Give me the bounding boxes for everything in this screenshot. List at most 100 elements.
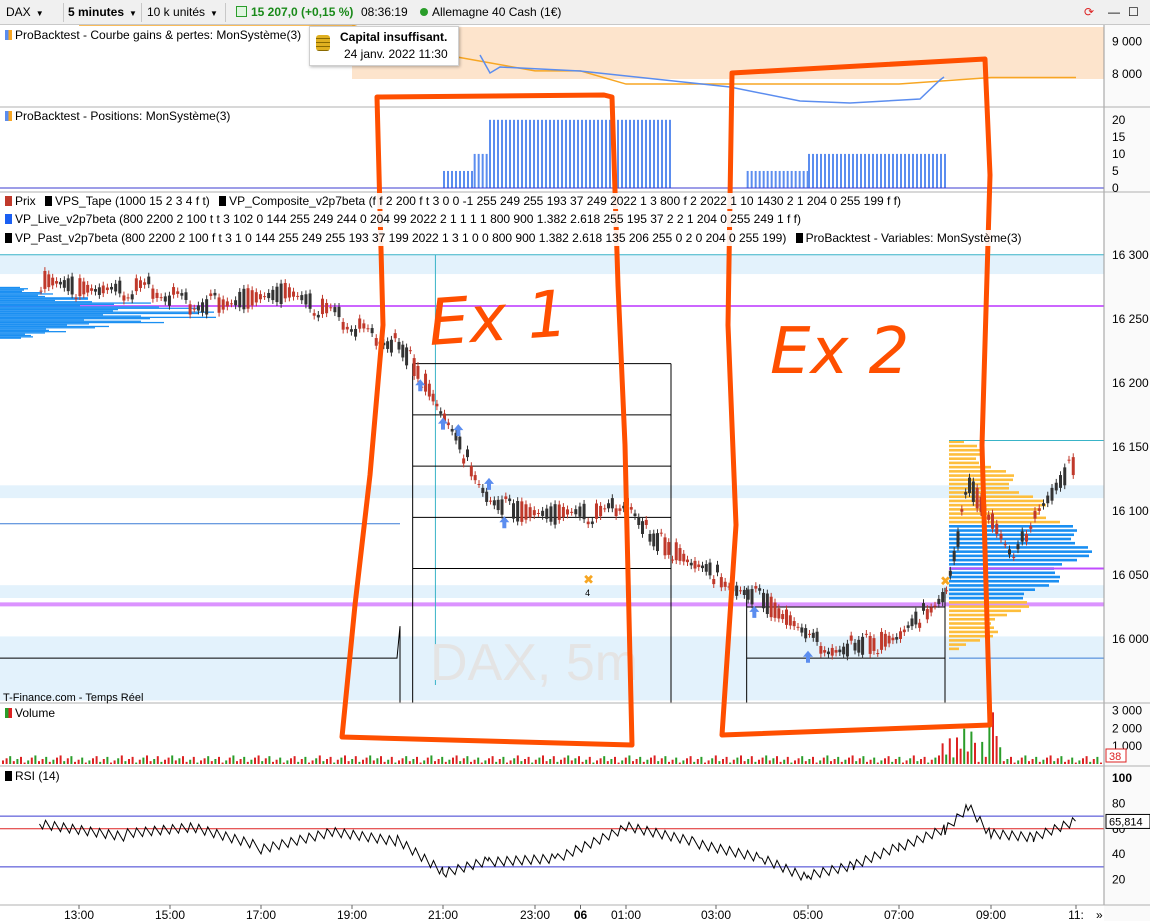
price-candle bbox=[374, 338, 378, 346]
volume-bar bbox=[639, 756, 642, 764]
volume-bar bbox=[707, 760, 710, 764]
buy-arrow-icon bbox=[749, 605, 760, 618]
volume-bar bbox=[38, 761, 40, 764]
price-candle bbox=[750, 589, 754, 605]
price-candle bbox=[590, 521, 594, 525]
volume-profile-bar bbox=[0, 310, 113, 312]
position-bar bbox=[657, 119, 659, 188]
price-candle bbox=[629, 507, 633, 510]
volume-bar bbox=[369, 755, 372, 764]
price-candle bbox=[1033, 510, 1037, 519]
price-candle bbox=[937, 598, 941, 604]
volume-bar bbox=[293, 756, 296, 764]
volume-profile-bar bbox=[0, 312, 199, 315]
price-candle bbox=[868, 635, 872, 654]
timeframe-selector[interactable]: 5 minutes ▼ bbox=[64, 3, 141, 22]
volume-bar bbox=[880, 760, 883, 764]
volume-bar bbox=[146, 755, 148, 764]
price-candle bbox=[1067, 459, 1071, 461]
price-candle bbox=[110, 286, 114, 290]
refresh-icon[interactable]: ⟳ bbox=[1080, 3, 1098, 22]
volume-bar bbox=[693, 761, 696, 764]
price-candle bbox=[275, 286, 279, 303]
price-candle bbox=[496, 499, 500, 511]
price-candle bbox=[250, 290, 254, 306]
price-candle bbox=[758, 588, 762, 591]
price-candle bbox=[481, 487, 485, 493]
price-candle bbox=[648, 533, 652, 542]
volume-bar bbox=[1060, 756, 1063, 764]
volume-bar bbox=[1053, 761, 1056, 764]
price-candle bbox=[283, 282, 287, 299]
maximize-button[interactable]: ☐ bbox=[1124, 3, 1143, 22]
volume-profile-bar bbox=[949, 571, 1055, 575]
price-candle bbox=[823, 650, 827, 653]
volume-bar bbox=[876, 762, 879, 764]
price-candle bbox=[431, 393, 435, 402]
price-candle bbox=[659, 532, 663, 534]
position-bar bbox=[844, 153, 846, 188]
toolbar: DAX ▼ 5 minutes ▼ 10 k unités ▼ 15 207,0 (+… bbox=[0, 0, 1150, 25]
volume-bar bbox=[830, 761, 832, 764]
volume-bar bbox=[243, 756, 246, 764]
chart-canvas[interactable]: DAX, 5m ✖ ✖4 13:00 15:00 17:00 19:00 21:00 23:… bbox=[0, 25, 1150, 921]
price-candle bbox=[899, 631, 902, 639]
position-bar bbox=[802, 170, 805, 188]
position-bar bbox=[553, 119, 555, 188]
volume-bar bbox=[1078, 760, 1081, 764]
minimize-button[interactable]: — bbox=[1104, 3, 1124, 22]
price-candle bbox=[922, 603, 925, 611]
units-selector[interactable]: 10 k unités ▼ bbox=[143, 3, 222, 22]
price-candle bbox=[641, 521, 644, 534]
legend-vp-live: VP_Live_v2p7beta (800 2200 2 100 t t 3 1… bbox=[15, 212, 801, 226]
price-candle bbox=[960, 509, 964, 512]
price-candle bbox=[693, 560, 697, 569]
symbol-selector[interactable]: DAX ▼ bbox=[2, 3, 48, 22]
volume-profile-bar bbox=[0, 332, 45, 334]
position-bar bbox=[637, 119, 639, 188]
volume-bar bbox=[779, 761, 782, 764]
price-candle bbox=[769, 596, 773, 618]
volume-bar bbox=[63, 761, 66, 764]
price-candle bbox=[192, 308, 196, 310]
position-bar bbox=[766, 170, 769, 188]
price-candle bbox=[188, 304, 192, 315]
volume-bar bbox=[700, 756, 703, 764]
volume-bar bbox=[117, 758, 120, 764]
volume-profile-bar bbox=[0, 325, 109, 328]
volume-bar bbox=[462, 758, 465, 764]
price-candle bbox=[999, 533, 1003, 540]
volume-bar bbox=[246, 761, 249, 764]
price-candle bbox=[333, 307, 337, 313]
volume-bar bbox=[920, 759, 922, 764]
price-candle bbox=[906, 625, 910, 628]
volume-bar bbox=[441, 756, 444, 764]
price-candle bbox=[678, 548, 682, 561]
volume-bar bbox=[491, 756, 494, 764]
position-bar bbox=[617, 119, 619, 188]
exit-cross-icon: ✖ bbox=[940, 574, 951, 589]
volume-bar bbox=[963, 728, 966, 764]
volume-bar bbox=[772, 758, 775, 764]
position-bar bbox=[932, 153, 934, 188]
price-candle bbox=[719, 577, 723, 588]
price-candle bbox=[401, 344, 405, 358]
volume-bar bbox=[128, 759, 130, 764]
volume-bar bbox=[308, 762, 310, 764]
price-candle bbox=[765, 593, 769, 615]
volume-profile-bar bbox=[949, 647, 959, 651]
position-bar bbox=[509, 119, 511, 188]
capital-tooltip: Capital insuffisant. 24 janv. 2022 11:30 bbox=[309, 26, 459, 66]
price-candle bbox=[354, 328, 358, 337]
time-tick-label: 23:00 bbox=[520, 908, 550, 921]
price-candle bbox=[1008, 549, 1011, 555]
volume-bar bbox=[178, 758, 181, 764]
chart-area[interactable]: DAX, 5m ✖ ✖ 4 13:00 15:00 17:00 19:00 21:00 23:… bbox=[0, 25, 1150, 921]
volume-bar bbox=[959, 748, 962, 764]
volume-bar bbox=[941, 743, 944, 764]
instrument-name: Allemagne 40 Cash (1€) bbox=[416, 3, 565, 22]
volume-bar bbox=[610, 759, 613, 764]
position-bar bbox=[493, 119, 495, 188]
y-tick-label: 15 bbox=[1112, 130, 1126, 144]
price-candle bbox=[184, 292, 188, 300]
